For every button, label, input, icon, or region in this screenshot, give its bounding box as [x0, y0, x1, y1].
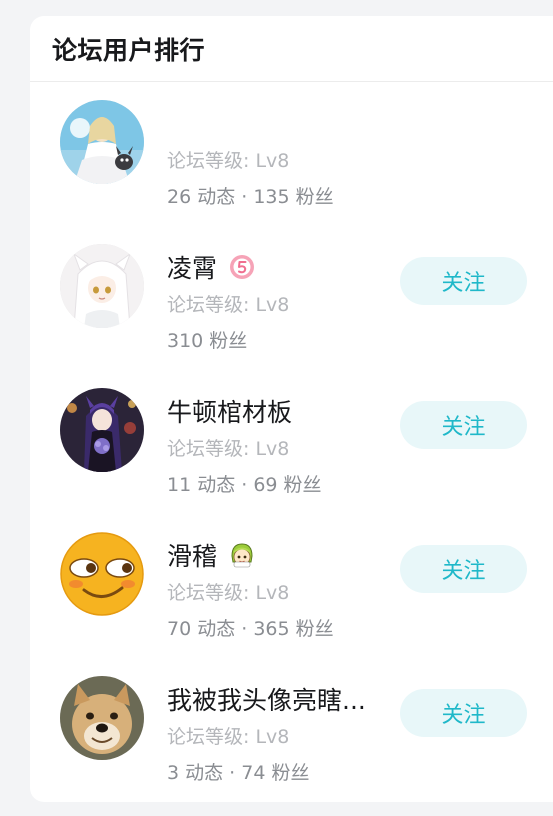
- user-name[interactable]: 凌霄: [167, 249, 217, 285]
- avatar[interactable]: [60, 676, 144, 760]
- list-item: 我被我头像亮瞎... 论坛等级: Lv8 3 动态 · 74 粉丝 关注: [30, 676, 553, 796]
- avatar[interactable]: [60, 388, 144, 472]
- avatar[interactable]: [60, 100, 144, 184]
- panel-title: 论坛用户排行: [52, 35, 206, 65]
- user-name-line: 凌霄: [167, 250, 255, 284]
- list-item: 凌霄 论坛等级: Lv8 310 粉丝 关注: [30, 244, 553, 364]
- user-stats: 11 动态 · 69 粉丝: [167, 474, 322, 496]
- user-stats: 26 动态 · 135 粉丝: [167, 186, 334, 208]
- green-haired-girl-emoji-badge-icon: [229, 542, 255, 568]
- anime-girl-white-dress-avatar-icon: [60, 100, 144, 184]
- purple-haired-anime-girl-avatar-icon: [60, 388, 144, 472]
- user-name[interactable]: 我被我头像亮瞎...: [167, 681, 366, 717]
- user-name[interactable]: 牛顿棺材板: [167, 393, 292, 429]
- forum-user-ranking-panel: 论坛用户排行 论坛等级: Lv8 26 动态 · 135 粉丝 凌霄 论坛等级:…: [30, 16, 553, 802]
- user-name-line: 滑稽: [167, 538, 255, 572]
- pink-number-5-badge-icon: [229, 254, 255, 280]
- user-stats: 310 粉丝: [167, 330, 248, 352]
- white-haired-anime-girl-avatar-icon: [60, 244, 144, 328]
- follow-button[interactable]: 关注: [400, 401, 527, 449]
- doge-dog-avatar-icon: [60, 676, 144, 760]
- funny-smirk-emoji-avatar-icon: [60, 532, 144, 616]
- follow-button[interactable]: 关注: [400, 257, 527, 305]
- user-level: 论坛等级: Lv8: [167, 150, 290, 172]
- user-name[interactable]: 滑稽: [167, 537, 217, 573]
- list-item: 论坛等级: Lv8 26 动态 · 135 粉丝: [30, 100, 553, 220]
- user-level: 论坛等级: Lv8: [167, 294, 290, 316]
- user-stats: 3 动态 · 74 粉丝: [167, 762, 310, 784]
- avatar[interactable]: [60, 244, 144, 328]
- user-level: 论坛等级: Lv8: [167, 438, 290, 460]
- user-level: 论坛等级: Lv8: [167, 582, 290, 604]
- follow-button[interactable]: 关注: [400, 545, 527, 593]
- user-level: 论坛等级: Lv8: [167, 726, 290, 748]
- follow-button[interactable]: 关注: [400, 689, 527, 737]
- user-name-line: 牛顿棺材板: [167, 394, 292, 428]
- user-name-line: 我被我头像亮瞎...: [167, 682, 366, 716]
- list-item: 滑稽 论坛等级: Lv8 70 动态 · 365 粉丝 关注: [30, 532, 553, 652]
- avatar[interactable]: [60, 532, 144, 616]
- list-item: 牛顿棺材板 论坛等级: Lv8 11 动态 · 69 粉丝 关注: [30, 388, 553, 508]
- panel-header: 论坛用户排行: [30, 16, 553, 82]
- user-stats: 70 动态 · 365 粉丝: [167, 618, 334, 640]
